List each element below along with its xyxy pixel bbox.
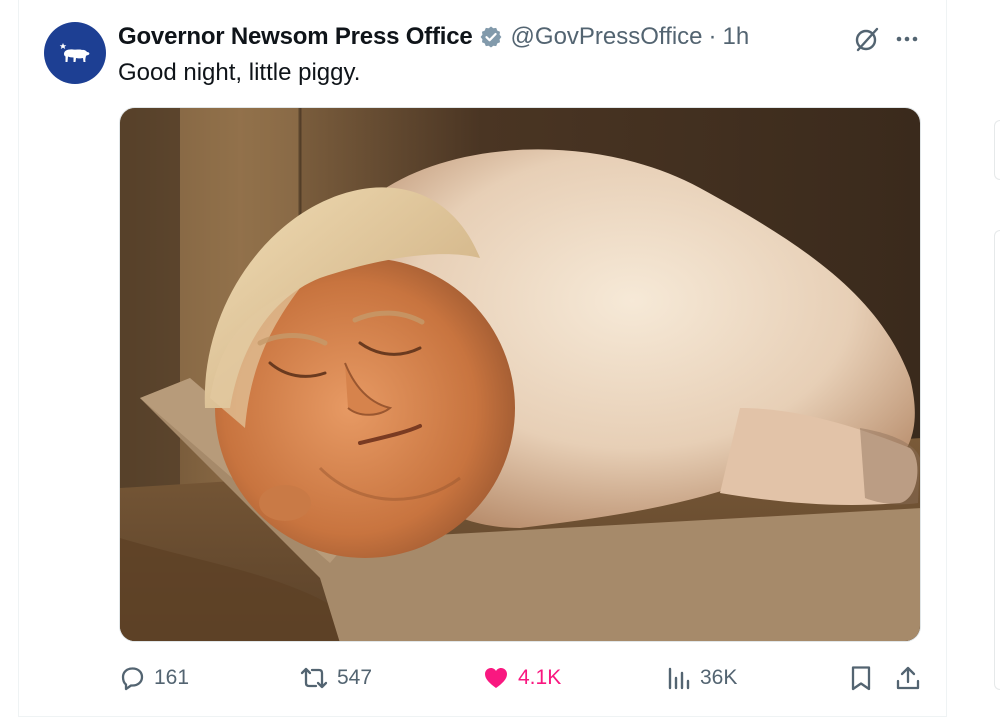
bear-icon bbox=[59, 43, 90, 62]
like-count: 4.1K bbox=[518, 666, 562, 689]
reply-count: 161 bbox=[154, 666, 190, 689]
retweet-count: 547 bbox=[337, 666, 373, 689]
tweet-text: Good night, little piggy. bbox=[118, 59, 361, 86]
verified-badge-icon[interactable] bbox=[479, 25, 503, 49]
bookmark-icon bbox=[851, 666, 871, 691]
adjacent-panel-edge bbox=[993, 0, 1000, 717]
separator-dot: · bbox=[708, 23, 717, 50]
page: Governor Newsom Press Office @GovPressOf… bbox=[0, 0, 1000, 717]
tweet-header: Governor Newsom Press Office @GovPressOf… bbox=[118, 21, 749, 53]
bookmark-button[interactable] bbox=[848, 660, 874, 696]
share-icon bbox=[896, 666, 920, 690]
timestamp[interactable]: 1h bbox=[723, 23, 750, 51]
like-button[interactable]: 4.1K bbox=[482, 660, 561, 696]
tweet-media-image[interactable] bbox=[119, 107, 921, 642]
avatar[interactable] bbox=[44, 22, 106, 84]
photo-image bbox=[120, 108, 920, 641]
reply-icon bbox=[121, 667, 144, 691]
panel-edge-bottom bbox=[994, 230, 1000, 690]
retweet-icon bbox=[300, 667, 328, 689]
user-handle[interactable]: @GovPressOffice bbox=[511, 23, 703, 51]
views-button[interactable]: 36K bbox=[666, 660, 737, 696]
views-count: 36K bbox=[700, 666, 738, 689]
more-options-icon[interactable] bbox=[893, 26, 921, 52]
views-icon bbox=[668, 667, 690, 690]
grok-icon[interactable] bbox=[852, 24, 882, 54]
retweet-button[interactable]: 547 bbox=[299, 660, 372, 696]
panel-edge-top bbox=[994, 120, 1000, 180]
reply-button[interactable]: 161 bbox=[118, 660, 189, 696]
display-name[interactable]: Governor Newsom Press Office bbox=[118, 23, 473, 51]
heart-icon bbox=[485, 668, 507, 688]
share-button[interactable] bbox=[894, 660, 922, 696]
